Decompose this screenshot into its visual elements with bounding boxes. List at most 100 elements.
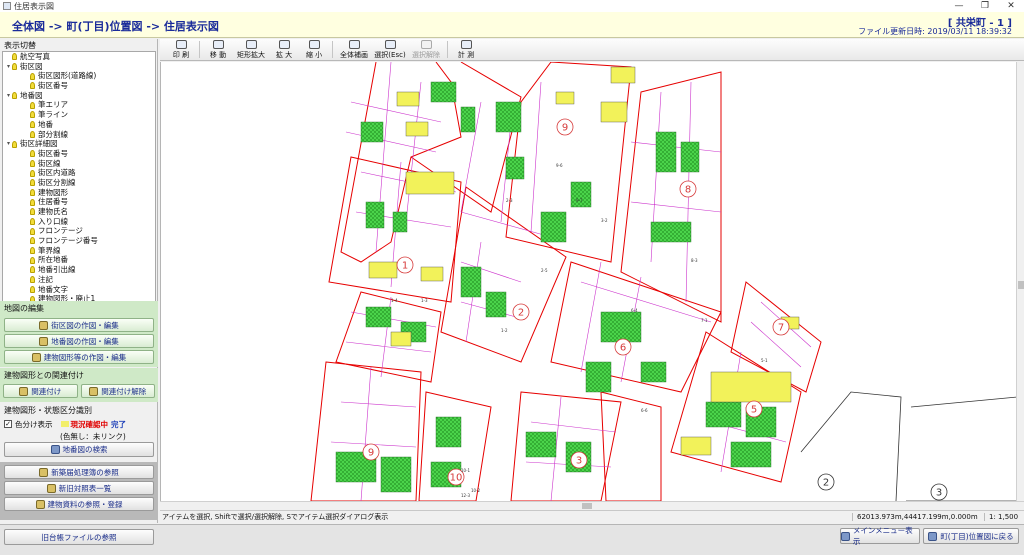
layer-item[interactable]: 街区番号 (3, 81, 155, 91)
toolbar-button[interactable]: 全体補画 (336, 39, 372, 60)
layer-item[interactable]: フロンテージ番号 (3, 236, 155, 246)
current-swatch (60, 421, 69, 427)
unlink-button[interactable]: 関連付け解除 (80, 384, 155, 398)
expand-toggle-icon[interactable]: ▾ (5, 91, 12, 101)
lightbulb-icon[interactable] (30, 198, 35, 206)
scroll-thumb[interactable] (1018, 281, 1024, 289)
lightbulb-icon[interactable] (12, 63, 17, 71)
layer-item[interactable]: 地番文字 (3, 285, 155, 295)
lightbulb-icon[interactable] (30, 188, 35, 196)
lightbulb-icon[interactable] (30, 227, 35, 235)
layer-item[interactable]: 建物図形 (3, 188, 155, 198)
lightbulb-icon[interactable] (30, 237, 35, 245)
toolbar-button[interactable]: 移 動 (203, 39, 233, 60)
toolbar-button[interactable]: 矩形拡大 (233, 39, 269, 60)
link-button[interactable]: 関連付け (3, 384, 78, 398)
layer-item-label: 街区図形(道路線) (38, 71, 97, 81)
lightbulb-icon[interactable] (30, 150, 35, 158)
status-done: 完了 (111, 419, 126, 429)
layer-item[interactable]: 住居番号 (3, 197, 155, 207)
window-titlebar: 住居表示図 — ❐ ✕ (0, 0, 1024, 12)
maximize-button[interactable]: ❐ (972, 0, 998, 12)
app-icon (3, 2, 11, 10)
lightbulb-icon[interactable] (30, 208, 35, 216)
lightbulb-icon[interactable] (30, 101, 35, 109)
toolbar-button[interactable]: 計 測 (451, 39, 481, 60)
lightbulb-icon[interactable] (12, 92, 17, 100)
layer-item[interactable]: 注記 (3, 275, 155, 285)
lightbulb-icon[interactable] (30, 285, 35, 293)
lightbulb-icon[interactable] (12, 53, 17, 61)
vertical-scrollbar[interactable] (1016, 62, 1024, 501)
link-section: 建物図形との関連付け 関連付け 関連付け解除 (0, 368, 158, 402)
horizontal-scrollbar[interactable] (160, 501, 1024, 509)
breadcrumb[interactable]: 全体図 -> 町(丁目)位置図 -> 住居表示図 (12, 18, 219, 34)
layer-item-label: 地番文字 (38, 284, 68, 294)
layer-item[interactable]: 入り口線 (3, 217, 155, 227)
lot-map-edit-button[interactable]: 地番図の作図・編集 (4, 334, 154, 348)
lightbulb-icon[interactable] (30, 111, 35, 119)
map-canvas[interactable]: 1 2 3 5 6 7 8 9 9 10 2 3 1-3 1-2 1-4 2-5 3-2 6-4 8-3 5-1 9-… (160, 62, 1016, 501)
layer-item[interactable]: 筆界線 (3, 246, 155, 256)
layer-item[interactable]: 街区内道路 (3, 168, 155, 178)
lot-number-label: 10-1 (461, 468, 471, 473)
toolbar-button[interactable]: 縮 小 (299, 39, 329, 60)
layer-item[interactable]: 筆エリア (3, 100, 155, 110)
layer-item[interactable]: 地番引出線 (3, 265, 155, 275)
layer-item[interactable]: フロンテージ (3, 226, 155, 236)
lightbulb-icon[interactable] (30, 159, 35, 167)
expand-toggle-icon[interactable]: ▾ (5, 139, 12, 149)
toolbar-button[interactable]: 拡 大 (269, 39, 299, 60)
building-docs-button[interactable]: 建物資料の参照・登録 (4, 497, 154, 511)
new-build-ref-button[interactable]: 新築届処理簿の参照 (4, 465, 154, 479)
lightbulb-icon[interactable] (30, 179, 35, 187)
layer-item[interactable]: 街区番号 (3, 149, 155, 159)
lightbulb-icon[interactable] (30, 256, 35, 264)
layer-item-label: 建物氏名 (38, 207, 68, 216)
layer-item-label: 街区番号 (38, 148, 68, 158)
layer-item[interactable]: 街区図形(道路線) (3, 71, 155, 81)
color-toggle-checkbox[interactable]: ✓ (4, 420, 12, 428)
lightbulb-icon[interactable] (30, 218, 35, 226)
back-to-town-map-button[interactable]: 町(丁目)位置図に戻る (923, 528, 1019, 544)
coordinate-readout: 62013.973m,44417.199m,0.000m (852, 513, 984, 521)
document-icon (46, 483, 56, 493)
toolbar-button[interactable]: 印 刷 (166, 39, 196, 60)
main-menu-button[interactable]: メインメニュー表示 (840, 526, 920, 546)
minimize-button[interactable]: — (946, 0, 972, 12)
lightbulb-icon[interactable] (30, 121, 35, 129)
layer-item[interactable]: 筆ライン (3, 110, 155, 120)
layer-item[interactable]: 地番 (3, 120, 155, 130)
lightbulb-icon[interactable] (30, 266, 35, 274)
lightbulb-icon[interactable] (30, 72, 35, 80)
lot-search-button[interactable]: 地番図の検索 (4, 442, 154, 457)
layer-item[interactable]: 所在地番 (3, 255, 155, 265)
layer-item[interactable]: ▾ 地番図 (3, 91, 155, 101)
toolbar-button[interactable]: 選択(Esc) (372, 39, 408, 60)
expand-toggle-icon[interactable]: ▾ (5, 62, 12, 72)
layer-item[interactable]: 建物氏名 (3, 207, 155, 217)
layer-item[interactable]: 部分割線 (3, 130, 155, 140)
building-edit-button[interactable]: 建物図形等の作図・編集 (4, 350, 154, 364)
lightbulb-icon[interactable] (12, 140, 17, 148)
close-button[interactable]: ✕ (998, 0, 1024, 12)
map-drawing[interactable]: 1 2 3 5 6 7 8 9 9 10 2 3 1-3 1-2 1-4 2-5 3-2 6-4 8-3 5-1 9-… (161, 62, 1016, 501)
scroll-thumb[interactable] (582, 503, 592, 509)
layer-item[interactable]: 街区分割線 (3, 178, 155, 188)
block-map-edit-button[interactable]: 街区図の作図・編集 (4, 318, 154, 332)
lightbulb-icon[interactable] (30, 276, 35, 284)
comparison-list-button[interactable]: 新旧対照表一覧 (4, 481, 154, 495)
layer-item[interactable]: 街区線 (3, 159, 155, 169)
layer-item[interactable]: ▾ 街区詳細図 (3, 139, 155, 149)
layer-item[interactable]: ▾ 街区図 (3, 62, 155, 72)
lightbulb-icon[interactable] (30, 247, 35, 255)
layer-tree[interactable]: 航空写真 ▾ 街区図 街区図形(道路線) 街区番号 ▾ 地番図 筆エリア 筆ライン 地番 部分割線 ▾… (2, 51, 156, 341)
window-title: 住居表示図 (14, 1, 54, 11)
layer-item[interactable]: 航空写真 (3, 52, 155, 62)
old-ledger-button[interactable]: 旧台帳ファイルの参照 (4, 529, 154, 545)
toolbar-separator (332, 41, 333, 58)
district-number-label: 10 (450, 473, 463, 484)
lightbulb-icon[interactable] (30, 82, 35, 90)
lightbulb-icon[interactable] (30, 130, 35, 138)
lightbulb-icon[interactable] (30, 169, 35, 177)
